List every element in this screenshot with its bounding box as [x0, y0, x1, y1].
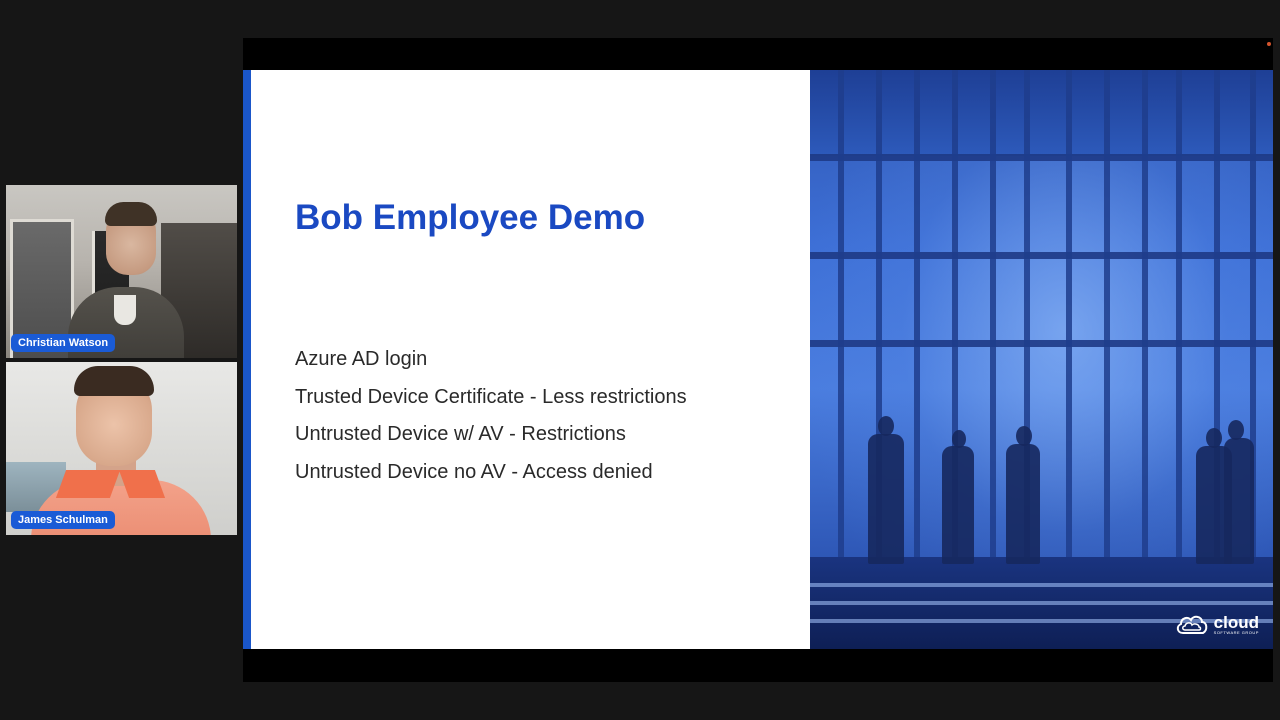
- participant-name-badge: James Schulman: [11, 511, 115, 529]
- slide-bullet: Untrusted Device w/ AV - Restrictions: [295, 423, 626, 445]
- person-silhouette: [878, 416, 894, 436]
- person-silhouette: [1016, 426, 1032, 446]
- participant-video-tile[interactable]: James Schulman: [6, 362, 237, 535]
- person-silhouette: [868, 434, 904, 564]
- presentation-slide: Bob Employee Demo Azure AD login Trusted…: [243, 70, 1273, 649]
- shared-screen[interactable]: Bob Employee Demo Azure AD login Trusted…: [243, 38, 1273, 682]
- participant-figure: [55, 470, 121, 498]
- slide-bullet: Untrusted Device no AV - Access denied: [295, 460, 653, 483]
- participant-figure: [114, 295, 136, 325]
- participant-figure: [105, 202, 157, 226]
- window-mullion: [1066, 70, 1072, 570]
- window-mullion: [990, 70, 996, 570]
- slide-title: Bob Employee Demo: [295, 198, 646, 237]
- slide-photo: cloud SOFTWARE GROUP: [810, 70, 1273, 649]
- logo-wordmark: cloud: [1213, 612, 1259, 632]
- person-silhouette: [1206, 428, 1222, 448]
- slide-bullet: Trusted Device Certificate - Less restri…: [295, 385, 687, 408]
- window-mullion: [838, 70, 844, 570]
- cloud-software-group-logo: cloud SOFTWARE GROUP: [1174, 611, 1259, 637]
- slide-bullet: Azure AD login: [295, 348, 428, 370]
- window-mullion: [914, 70, 920, 570]
- logo-text: cloud SOFTWARE GROUP: [1214, 614, 1259, 635]
- person-silhouette: [1224, 438, 1254, 564]
- participant-video-tile[interactable]: Christian Watson: [6, 185, 237, 358]
- meeting-stage: Christian Watson James Schulman Bob Empl…: [0, 0, 1280, 720]
- window-mullion: [1142, 70, 1148, 570]
- person-silhouette: [942, 446, 974, 564]
- person-silhouette: [1228, 420, 1244, 440]
- participant-figure: [74, 366, 154, 396]
- photo-step: [810, 583, 1273, 587]
- slide-accent-bar: [243, 70, 251, 649]
- slide-bullet-list: Azure AD login Trusted Device Certificat…: [295, 347, 687, 497]
- person-silhouette: [1006, 444, 1040, 564]
- photo-step: [810, 601, 1273, 605]
- participant-name-badge: Christian Watson: [11, 334, 116, 352]
- logo-tagline: SOFTWARE GROUP: [1213, 629, 1259, 635]
- recording-indicator-icon: [1267, 42, 1271, 46]
- cloud-logo-icon: [1176, 615, 1207, 634]
- window-mullion: [1176, 70, 1182, 570]
- window-mullion: [1104, 70, 1110, 570]
